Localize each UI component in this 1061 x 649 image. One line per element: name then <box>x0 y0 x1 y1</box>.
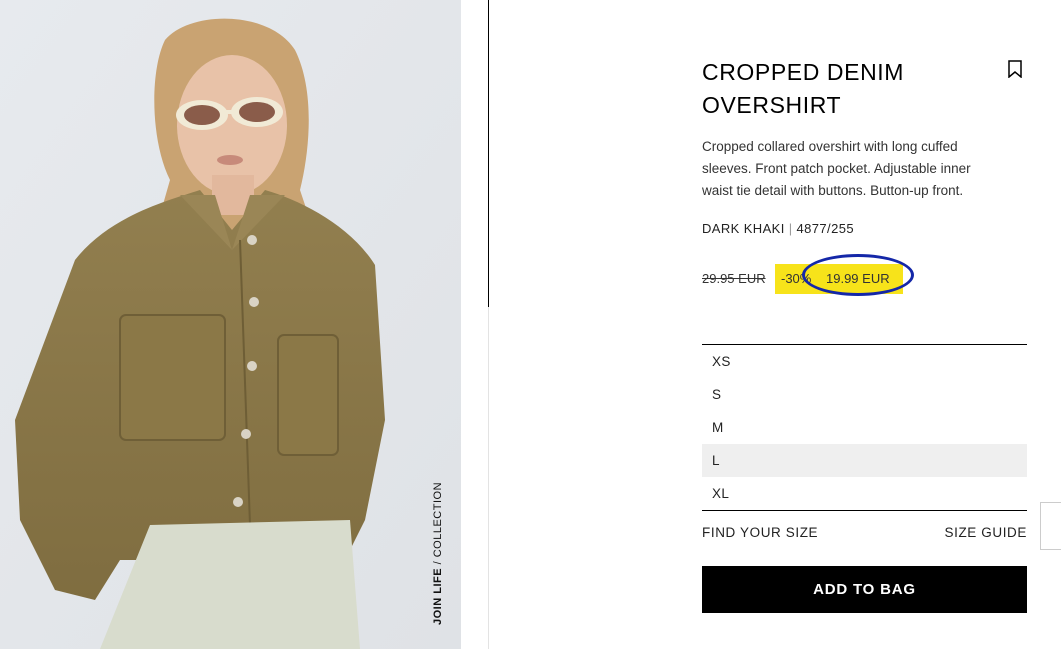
separator: | <box>788 221 793 236</box>
color-name: DARK KHAKI <box>702 221 785 236</box>
size-option-xl[interactable]: XL <box>702 477 1027 510</box>
product-description: Cropped collared overshirt with long cuf… <box>702 139 971 198</box>
product-photo-illustration <box>0 0 461 649</box>
bookmark-icon[interactable] <box>1008 60 1022 79</box>
old-price: 29.95 EUR <box>702 271 766 286</box>
find-your-size-link[interactable]: FIND YOUR SIZE <box>702 525 818 540</box>
sale-price-label: 19.99 EUR <box>826 271 890 286</box>
size-option-m[interactable]: M <box>702 411 1027 444</box>
size-option-l[interactable]: L <box>702 444 1027 477</box>
size-option-s[interactable]: S <box>702 378 1027 411</box>
discount-label: -30% <box>781 271 812 286</box>
join-life-badge-bold: JOIN LIFE <box>432 567 444 625</box>
size-selector: XS S M L XL <box>702 344 1027 511</box>
color-reference: DARK KHAKI | 4877/255 <box>702 221 854 236</box>
reference-number: 4877/255 <box>796 221 854 236</box>
vertical-divider-light <box>488 307 489 649</box>
product-image[interactable]: JOIN LIFE / COLLECTION <box>0 0 461 649</box>
side-panel-tab[interactable] <box>1040 502 1061 550</box>
size-option-xs[interactable]: XS <box>702 345 1027 378</box>
product-title: CROPPED DENIM OVERSHIRT <box>702 59 905 118</box>
join-life-badge: JOIN LIFE / COLLECTION <box>432 482 450 625</box>
sale-price: 19.99 EUR <box>811 264 903 294</box>
vertical-divider <box>488 0 489 307</box>
join-life-badge-rest: / COLLECTION <box>432 481 444 568</box>
add-to-bag-button[interactable]: ADD TO BAG <box>702 566 1027 613</box>
size-guide-link[interactable]: SIZE GUIDE <box>944 525 1027 540</box>
